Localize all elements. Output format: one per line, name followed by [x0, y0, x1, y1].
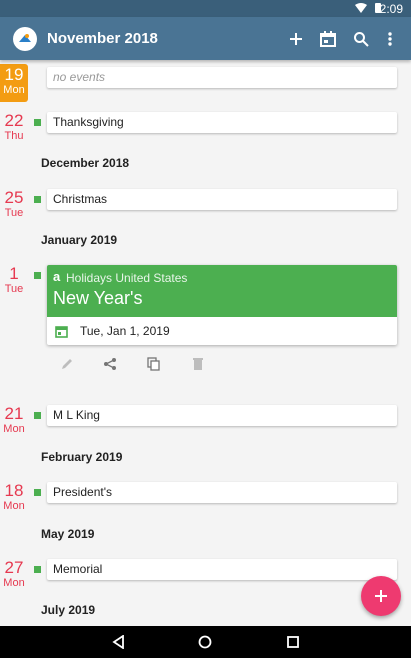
calendar-name: Holidays United States — [66, 271, 188, 285]
date-weekday: Mon — [3, 84, 25, 96]
copy-icon[interactable] — [142, 352, 166, 376]
date-weekday: Mon — [3, 500, 25, 512]
app-bar: November 2018 — [0, 17, 411, 60]
date-day: 19 — [4, 65, 24, 84]
recents-icon[interactable] — [283, 632, 303, 652]
event-card[interactable]: M L King — [47, 405, 397, 426]
month-title[interactable]: November 2018 — [47, 30, 158, 47]
date-day: 22 — [4, 111, 24, 130]
event-header: a Holidays United States New Year's — [47, 265, 397, 317]
app-logo-icon[interactable] — [13, 27, 37, 51]
event-date-row: Tue, Jan 1, 2019 — [47, 317, 397, 345]
back-icon[interactable] — [108, 632, 128, 652]
search-icon[interactable] — [349, 27, 373, 51]
event-date: Tue, Jan 1, 2019 — [80, 324, 170, 338]
event-card[interactable]: Memorial — [47, 559, 397, 580]
system-nav-bar — [0, 626, 411, 658]
share-icon[interactable] — [98, 352, 122, 376]
month-header: July 2019 — [41, 603, 96, 617]
month-header: February 2019 — [41, 450, 123, 464]
date-day: 18 — [4, 481, 24, 500]
status-time: 2:09 — [379, 2, 403, 16]
date-weekday: Tue — [4, 207, 24, 219]
date-label: 18 Mon — [0, 482, 28, 513]
date-weekday: Tue — [4, 283, 24, 295]
delete-icon[interactable] — [186, 352, 210, 376]
add-icon[interactable] — [284, 27, 308, 51]
more-vert-icon[interactable] — [378, 27, 402, 51]
agenda-list[interactable]: 19 Mon no events 22 Thu Thanksgiving Dec… — [0, 60, 411, 626]
date-label: 22 Thu — [0, 112, 28, 143]
calendar-icon[interactable] — [316, 27, 340, 51]
event-actions — [47, 352, 397, 378]
date-label: 25 Tue — [0, 189, 28, 220]
event-title: New Year's — [53, 288, 143, 308]
add-icon — [375, 590, 387, 602]
date-day: 1 — [9, 264, 19, 283]
month-header: May 2019 — [41, 527, 95, 541]
event-detail-card[interactable]: a Holidays United States New Year's Tue,… — [47, 265, 397, 345]
month-header: January 2019 — [41, 233, 118, 247]
calendar-source-icon: a — [53, 269, 61, 284]
event-card[interactable]: President's — [47, 482, 397, 503]
date-label: 21 Mon — [0, 405, 28, 436]
date-weekday: Mon — [3, 423, 25, 435]
calendar-date-icon — [55, 326, 68, 338]
date-day: 27 — [4, 558, 24, 577]
event-color-marker — [34, 412, 41, 419]
add-event-fab[interactable] — [361, 576, 401, 616]
no-events-card[interactable]: no events — [47, 67, 397, 88]
event-card[interactable]: Christmas — [47, 189, 397, 210]
date-label: 27 Mon — [0, 559, 28, 590]
date-day: 21 — [4, 404, 24, 423]
wifi-icon — [355, 3, 367, 13]
date-label: 1 Tue — [0, 265, 28, 296]
event-color-marker — [34, 272, 41, 279]
event-color-marker — [34, 489, 41, 496]
event-color-marker — [34, 119, 41, 126]
event-color-marker — [34, 566, 41, 573]
date-weekday: Thu — [4, 130, 24, 142]
edit-icon[interactable] — [55, 352, 79, 376]
date-weekday: Mon — [3, 577, 25, 589]
home-icon[interactable] — [195, 632, 215, 652]
today-date-badge: 19 Mon — [0, 64, 28, 102]
event-color-marker — [34, 196, 41, 203]
event-card[interactable]: Thanksgiving — [47, 112, 397, 133]
status-bar: 2:09 — [0, 0, 411, 17]
month-header: December 2018 — [41, 156, 130, 170]
date-day: 25 — [4, 188, 24, 207]
